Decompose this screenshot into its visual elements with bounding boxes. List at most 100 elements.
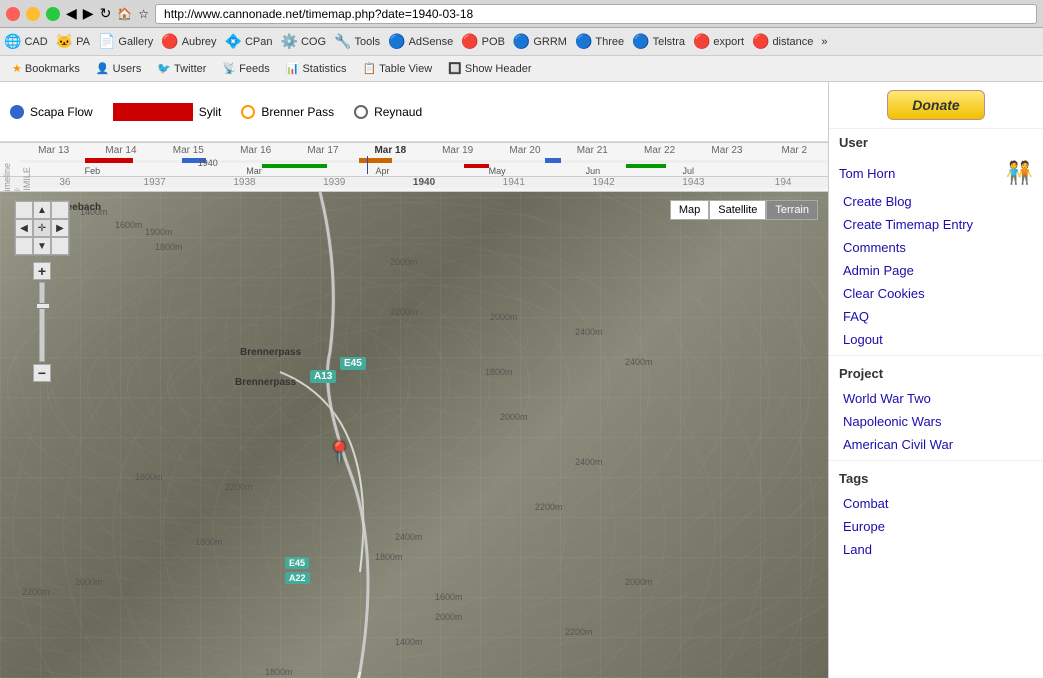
pan-south-button[interactable]: ▼: [33, 237, 51, 255]
home-icon[interactable]: 🏠: [117, 7, 132, 21]
minimize-button[interactable]: [26, 7, 40, 21]
elevation-label: 2000m: [75, 577, 103, 587]
elevation-label: 2200m: [390, 307, 418, 317]
zoom-thumb[interactable]: [36, 303, 50, 309]
feeds-item[interactable]: 📡 Feeds: [216, 60, 275, 77]
elevation-label: 1400m: [395, 637, 423, 647]
zoom-slider[interactable]: [39, 282, 45, 362]
toolbar-item-gallery[interactable]: 📄 Gallery: [98, 33, 153, 50]
toolbar-item-cpan[interactable]: 💠 CPan: [225, 33, 273, 50]
maximize-button[interactable]: [46, 7, 60, 21]
pan-sw-button[interactable]: [15, 237, 33, 255]
map-navigation[interactable]: ▲ ◀ ✛ ▶ ▼: [14, 200, 70, 256]
toolbar-item-adsense[interactable]: 🔵 AdSense: [388, 33, 453, 50]
elevation-label: 2400m: [395, 532, 423, 542]
elevation-label: 2200m: [535, 502, 563, 512]
twitter-item[interactable]: 🐦 Twitter: [151, 60, 212, 77]
faq-link[interactable]: FAQ: [829, 305, 1043, 328]
pan-north-button[interactable]: ▲: [33, 201, 51, 219]
comments-link[interactable]: Comments: [829, 236, 1043, 259]
create-timemap-link[interactable]: Create Timemap Entry: [829, 213, 1043, 236]
elevation-label: 1800m: [265, 667, 293, 677]
toolbar-item-cad[interactable]: 🌐 CAD: [4, 33, 48, 50]
timeline-bar[interactable]: Timeline © SIMILE Mar 13 Mar 14 Mar 15 M…: [0, 142, 828, 192]
toolbar-item-three[interactable]: 🔵 Three: [575, 33, 624, 50]
users-item[interactable]: 👤 Users: [90, 60, 147, 77]
create-blog-link[interactable]: Create Blog: [829, 190, 1043, 213]
pan-center-button[interactable]: ✛: [33, 219, 51, 237]
map-controls: ▲ ◀ ✛ ▶ ▼ + −: [14, 200, 70, 382]
logout-link[interactable]: Logout: [829, 328, 1043, 351]
elevation-label: 1600m: [115, 220, 143, 230]
twitter-icon: 🐦: [157, 62, 171, 75]
toolbar-item-telstra[interactable]: 🔵 Telstra: [632, 33, 685, 50]
toolbar-item-pob[interactable]: 🔴 POB: [461, 33, 505, 50]
map-type-satellite[interactable]: Satellite: [709, 200, 766, 220]
donate-button[interactable]: Donate: [887, 90, 984, 120]
pan-ne-button[interactable]: [51, 201, 69, 219]
project-section-label: Project: [829, 360, 1043, 387]
close-button[interactable]: [6, 7, 20, 21]
map-marker: 📍: [327, 440, 352, 465]
bookmarks-toolbar: ★ Bookmarks 👤 Users 🐦 Twitter 📡 Feeds 📊 …: [0, 56, 1043, 82]
map-area[interactable]: Scapa Flow Sylit Brenner Pass Reynaud Ti…: [0, 82, 828, 678]
pan-east-button[interactable]: ▶: [51, 219, 69, 237]
pan-west-button[interactable]: ◀: [15, 219, 33, 237]
toolbar-item-grrm[interactable]: 🔵 GRRM: [513, 33, 567, 50]
bookmarks-icon: ★: [12, 62, 22, 75]
events-row: Scapa Flow Sylit Brenner Pass Reynaud: [0, 82, 828, 142]
toolbar-item-aubrey[interactable]: 🔴 Aubrey: [161, 33, 216, 50]
road-label-e45: E45: [340, 357, 366, 370]
bookmarks-item[interactable]: ★ Bookmarks: [6, 60, 86, 77]
browser-titlebar: ◀ ▶ ↻ 🏠 ☆: [0, 0, 1043, 28]
three-icon: 🔵: [575, 33, 592, 50]
feeds-icon: 📡: [222, 62, 236, 75]
zoom-out-button[interactable]: −: [33, 364, 51, 382]
world-war-two-link[interactable]: World War Two: [829, 387, 1043, 410]
elevation-label: 2000m: [435, 612, 463, 622]
pan-nw-button[interactable]: [15, 201, 33, 219]
toolbar-item-tools[interactable]: 🔧 Tools: [334, 33, 380, 50]
map-zoom-controls: + −: [33, 262, 51, 382]
forward-icon[interactable]: ▶: [83, 5, 94, 22]
cog-icon: ⚙️: [281, 33, 298, 50]
username-link[interactable]: Tom Horn: [839, 166, 895, 181]
american-civil-war-link[interactable]: American Civil War: [829, 433, 1043, 456]
toolbar-overflow[interactable]: »: [821, 36, 827, 48]
reynaud-icon: [354, 105, 368, 119]
elevation-label: 2200m: [565, 627, 593, 637]
pa-icon: 🐱: [56, 33, 73, 50]
land-tag-link[interactable]: Land: [829, 538, 1043, 561]
elevation-label: 2400m: [625, 357, 653, 367]
toolbar-item-distance[interactable]: 🔴 distance: [752, 33, 813, 50]
toolbar-item-cog[interactable]: ⚙️ COG: [281, 33, 327, 50]
elevation-label: 2000m: [390, 257, 418, 267]
elevation-label: 2200m: [22, 587, 50, 597]
users-icon: 👤: [96, 62, 110, 75]
distance-icon: 🔴: [752, 33, 769, 50]
zoom-in-button[interactable]: +: [33, 262, 51, 280]
map-type-map[interactable]: Map: [670, 200, 709, 220]
table-view-item[interactable]: 📋 Table View: [356, 60, 438, 77]
cad-icon: 🌐: [4, 33, 21, 50]
timeline-area: Scapa Flow Sylit Brenner Pass Reynaud Ti…: [0, 82, 828, 192]
map-tiles[interactable]: 1400m 1600m 1800m 1900m 2000m 2200m 2000…: [0, 192, 828, 678]
show-header-item[interactable]: 🔲 Show Header: [442, 60, 537, 77]
sylit-bar: [113, 103, 193, 121]
reload-icon[interactable]: ↻: [100, 5, 112, 22]
toolbar-item-pa[interactable]: 🐱 PA: [56, 33, 90, 50]
cpan-icon: 💠: [225, 33, 242, 50]
pan-se-button[interactable]: [51, 237, 69, 255]
address-bar[interactable]: [155, 4, 1037, 24]
toolbar-item-export[interactable]: 🔴 export: [693, 33, 744, 50]
europe-tag-link[interactable]: Europe: [829, 515, 1043, 538]
napoleonic-wars-link[interactable]: Napoleonic Wars: [829, 410, 1043, 433]
clear-cookies-link[interactable]: Clear Cookies: [829, 282, 1043, 305]
gallery-icon: 📄: [98, 33, 115, 50]
event-sylit: Sylit: [113, 103, 222, 121]
combat-tag-link[interactable]: Combat: [829, 492, 1043, 515]
map-type-terrain[interactable]: Terrain: [766, 200, 818, 220]
admin-page-link[interactable]: Admin Page: [829, 259, 1043, 282]
statistics-item[interactable]: 📊 Statistics: [280, 60, 353, 77]
back-icon[interactable]: ◀: [66, 5, 77, 22]
